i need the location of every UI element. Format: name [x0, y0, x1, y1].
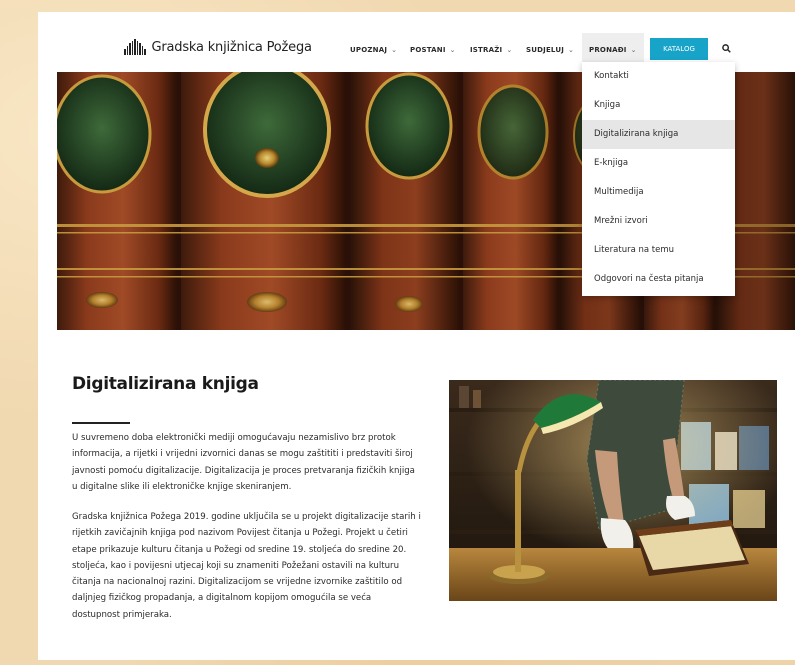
paragraph-line: daljnjeg fizičkog propadanja, a digitaln… — [72, 593, 372, 604]
chevron-down-icon: ⌄ — [630, 46, 637, 54]
dropdown-item-knjiga[interactable]: Knjiga — [582, 91, 735, 120]
chevron-down-icon: ⌄ — [391, 46, 398, 54]
title-divider — [72, 422, 130, 424]
katalog-button[interactable]: KATALOG — [650, 38, 708, 60]
chevron-down-icon: ⌄ — [568, 46, 575, 54]
paragraph-line: Gradska knjižnica Požega 2019. godine uk… — [72, 512, 421, 522]
nav-item-istrazi[interactable]: ISTRAŽI ⌄ — [470, 46, 512, 54]
article-paragraph-2: Gradska knjižnica Požega 2019. godine uk… — [72, 509, 428, 623]
paragraph-line: stoljeća, kao i povijesni utjecaj koji s… — [72, 560, 400, 571]
chevron-down-icon: ⌄ — [506, 46, 513, 54]
paragraph-line: javnosti pomoću digitalizacije. Digitali… — [72, 465, 415, 476]
nav-item-pronadi[interactable]: PRONAĐI ⌄ — [589, 46, 637, 54]
paragraph-line: čitanja na nacionalnoj razini. Digitaliz… — [72, 577, 403, 588]
paragraph-line: rijetkih zavičajnih knjiga pod nazivom P… — [72, 528, 408, 539]
article-paragraph-1: U suvremeno doba elektronički mediji omo… — [72, 430, 428, 495]
dropdown-item-odgovori-na-cesta-pitanja[interactable]: Odgovori na česta pitanja — [582, 265, 735, 294]
page-title: Digitalizirana knjiga — [72, 374, 259, 394]
paragraph-line: dostupnost primjeraka. — [72, 609, 172, 620]
paragraph-line: u digitalne slike ili elektroničke knjig… — [72, 481, 292, 492]
article-photo — [449, 380, 777, 601]
nav-item-upoznaj[interactable]: UPOZNAJ ⌄ — [350, 46, 397, 54]
dropdown-item-mrezni-izvori[interactable]: Mrežni izvori — [582, 207, 735, 236]
dropdown-item-e-knjiga[interactable]: E-knjiga — [582, 149, 735, 178]
search-icon[interactable] — [722, 44, 731, 53]
dropdown-item-literatura-na-temu[interactable]: Literatura na temu — [582, 236, 735, 265]
paragraph-line: etape prikazuje kulturu čitanja u Požegi… — [72, 544, 407, 555]
paragraph-line: informacija, a rijetki i vrijedni izvorn… — [72, 449, 413, 460]
dropdown-item-kontakti[interactable]: Kontakti — [582, 62, 735, 91]
page: Gradska knjižnica Požega UPOZNAJ ⌄ POSTAN… — [38, 12, 795, 660]
dropdown-item-multimedija[interactable]: Multimedija — [582, 178, 735, 207]
nav-item-postani[interactable]: POSTANI ⌄ — [410, 46, 456, 54]
librarian-with-lamp-image — [449, 380, 777, 601]
site-logo[interactable]: Gradska knjižnica Požega — [124, 39, 312, 55]
paragraph-line: U suvremeno doba elektronički mediji omo… — [72, 433, 396, 443]
chevron-down-icon: ⌄ — [449, 46, 456, 54]
library-logo-icon — [124, 39, 146, 55]
pronadi-dropdown-menu: Kontakti Knjiga Digitalizirana knjiga E-… — [582, 62, 735, 296]
site-name: Gradska knjižnica Požega — [151, 39, 312, 55]
dropdown-item-digitalizirana-knjiga[interactable]: Digitalizirana knjiga — [582, 120, 735, 149]
nav-item-sudjeluj[interactable]: SUDJELUJ ⌄ — [526, 46, 574, 54]
